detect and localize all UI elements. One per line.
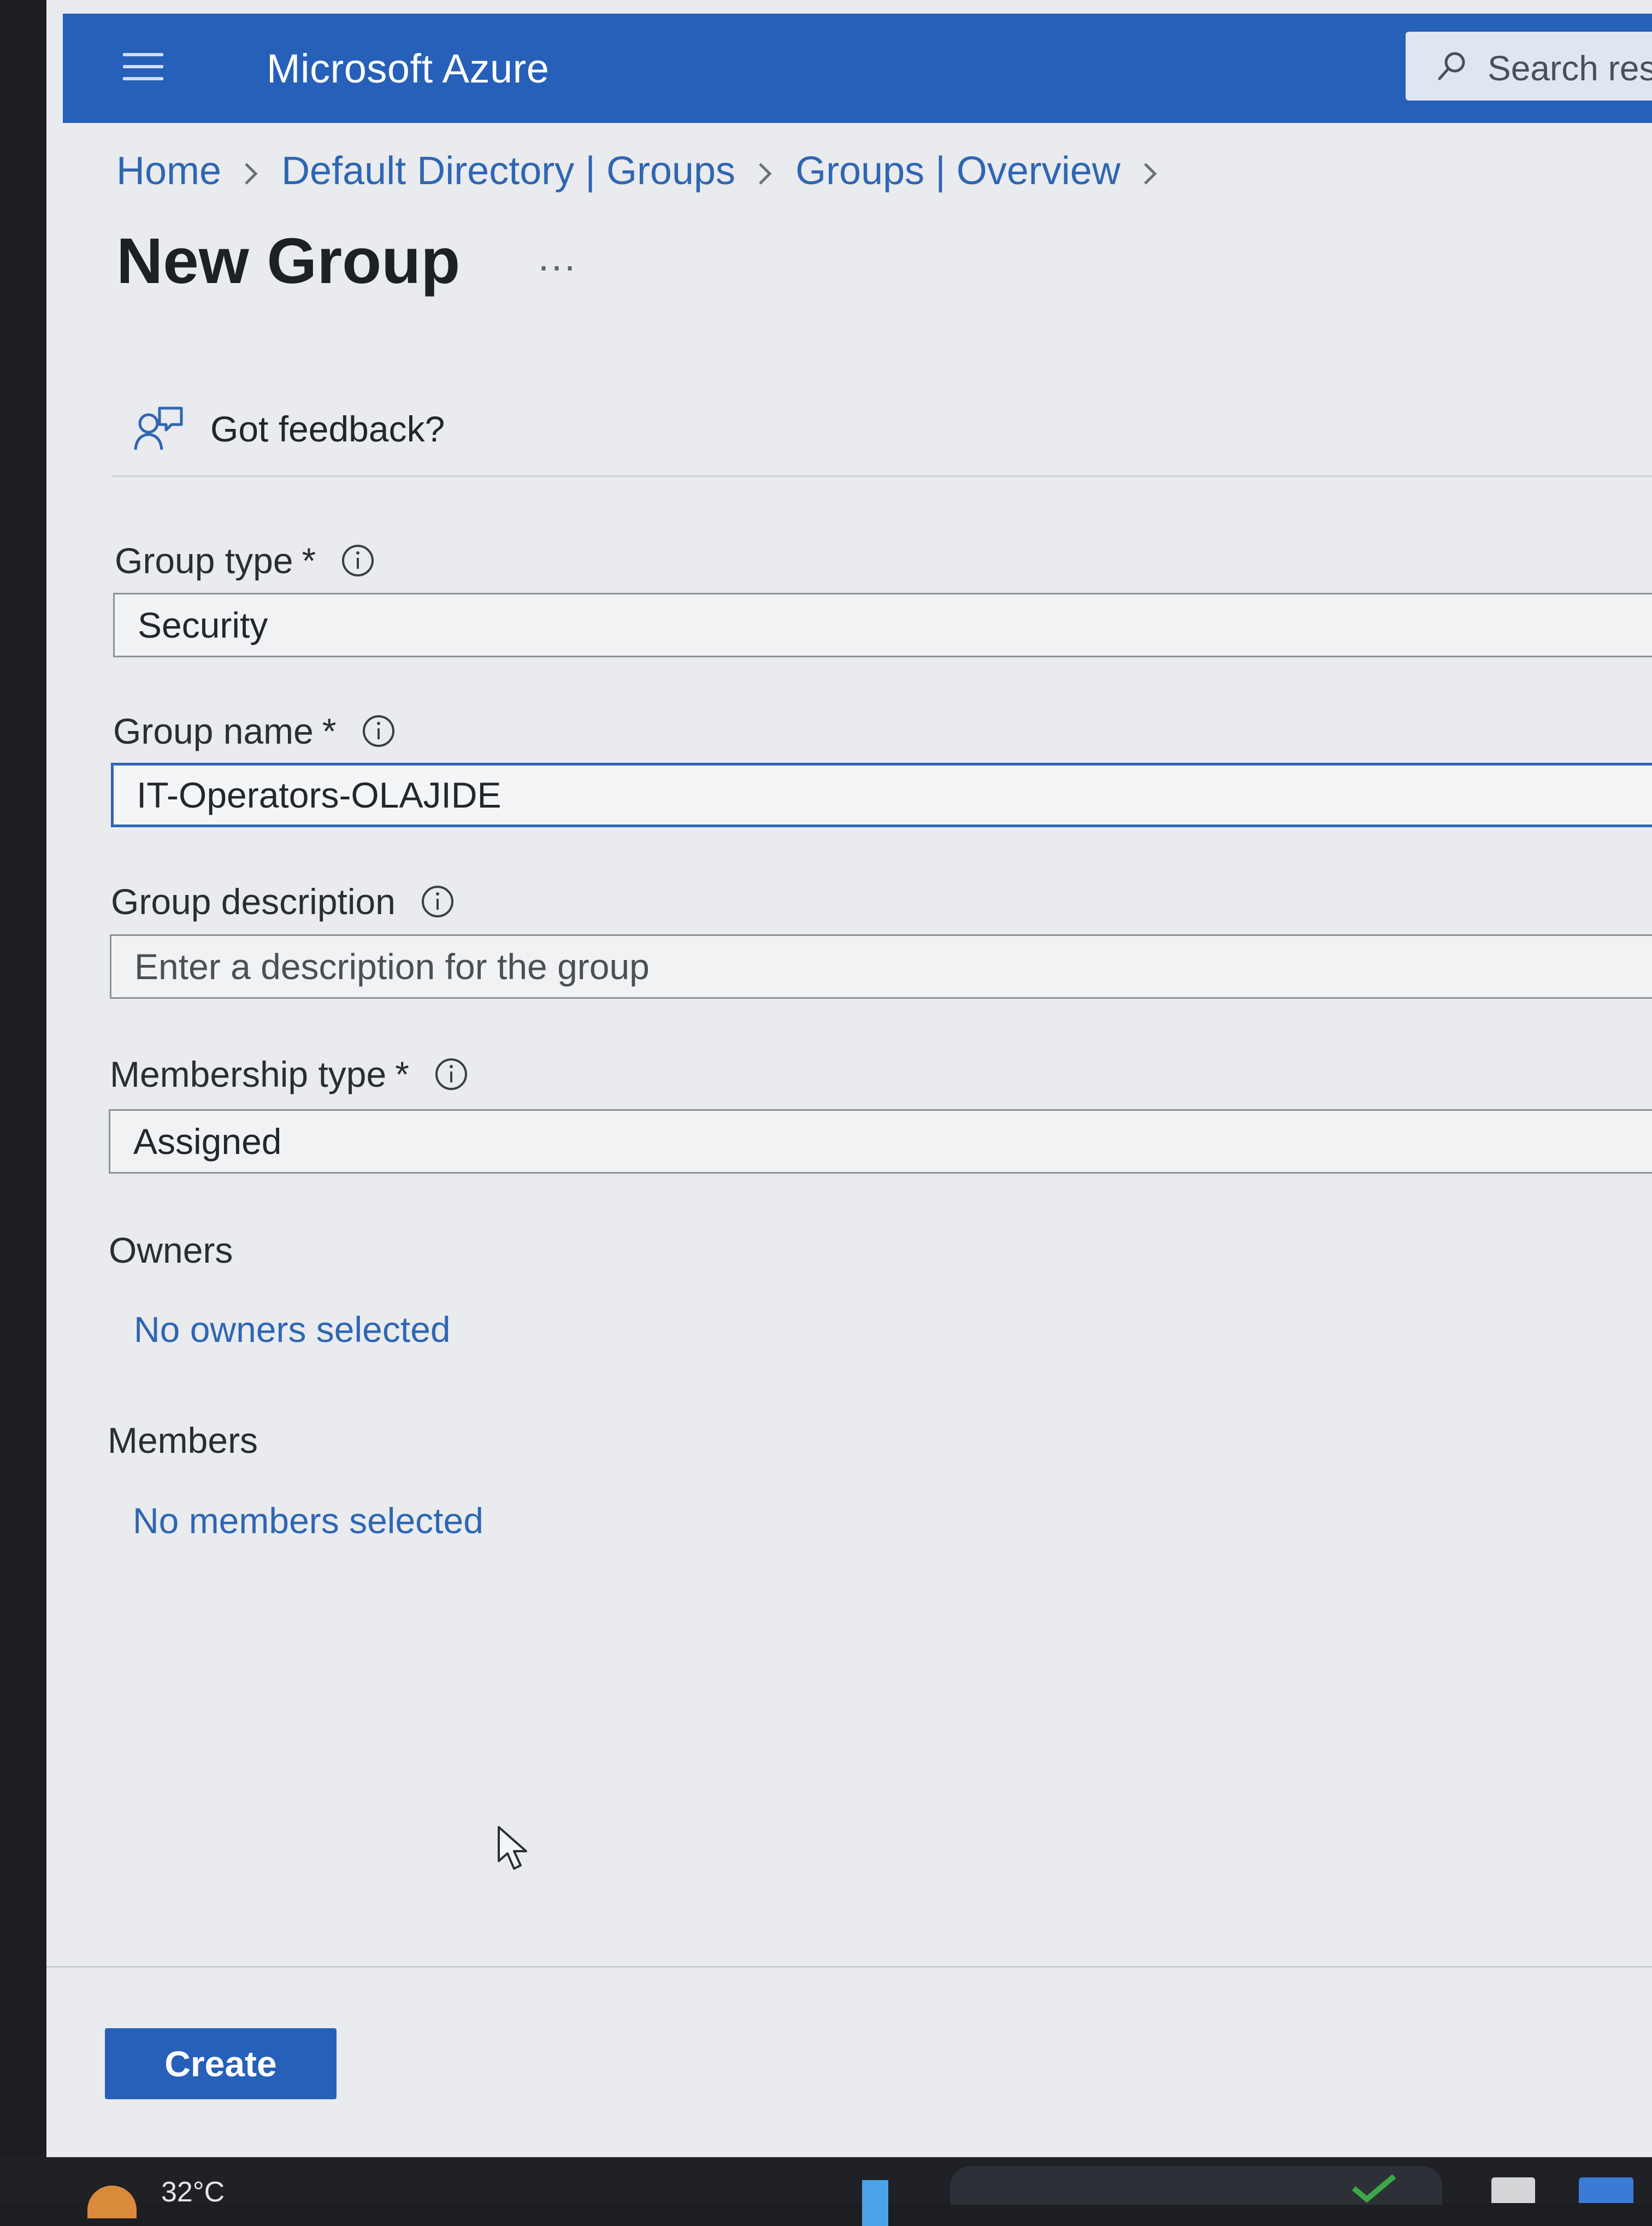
divider <box>112 475 1652 477</box>
membership-type-label-text: Membership type <box>110 1054 387 1094</box>
members-label: Members <box>108 1420 258 1461</box>
required-marker: * <box>395 1054 409 1094</box>
mouse-pointer-icon <box>498 1826 527 1870</box>
windows-start-icon[interactable] <box>862 2180 919 2226</box>
taskbar-app-check-icon[interactable] <box>1349 2172 1399 2203</box>
membership-type-value: Assigned <box>133 1121 282 1162</box>
feedback-label: Got feedback? <box>210 409 445 449</box>
group-type-dropdown[interactable]: Security <box>113 593 1652 657</box>
group-type-label-text: Group type <box>115 540 293 581</box>
breadcrumb-default-directory-groups[interactable]: Default Directory | Groups <box>281 149 735 193</box>
hamburger-menu-icon[interactable] <box>123 53 163 83</box>
membership-type-dropdown[interactable]: Assigned <box>109 1109 1652 1174</box>
search-placeholder: Search reso <box>1488 49 1652 88</box>
weather-temperature[interactable]: 32°C <box>161 2176 225 2209</box>
taskbar-app-icon[interactable] <box>1491 2177 1535 2203</box>
owners-label: Owners <box>109 1230 233 1270</box>
group-description-label-text: Group description <box>111 881 396 922</box>
search-icon <box>1438 52 1465 80</box>
portal-brand[interactable]: Microsoft Azure <box>267 45 549 92</box>
footer-divider <box>46 1966 1652 1968</box>
more-options-button[interactable]: ... <box>538 235 577 280</box>
group-type-value: Security <box>138 605 268 645</box>
chevron-right-icon <box>1120 149 1181 193</box>
group-name-label: Group name * <box>113 710 396 752</box>
chevron-right-icon <box>735 149 795 193</box>
global-search-input[interactable]: Search reso <box>1406 32 1652 101</box>
info-icon[interactable] <box>421 885 455 918</box>
group-description-input[interactable]: Enter a description for the group <box>110 934 1652 999</box>
breadcrumb-home[interactable]: Home <box>116 149 221 193</box>
info-icon[interactable] <box>341 544 375 578</box>
create-button[interactable]: Create <box>105 2028 337 2099</box>
group-name-label-text: Group name <box>113 711 314 751</box>
feedback-icon <box>134 407 183 450</box>
portal-window: Microsoft Azure Search reso Home Default… <box>46 0 1652 2157</box>
top-navigation-bar: Microsoft Azure Search reso <box>63 14 1652 123</box>
breadcrumb-groups-overview[interactable]: Groups | Overview <box>795 149 1120 193</box>
feedback-button[interactable]: Got feedback? <box>131 402 445 456</box>
taskbar-store-icon[interactable] <box>1579 2177 1633 2203</box>
info-icon[interactable] <box>434 1057 468 1091</box>
breadcrumb: Home Default Directory | Groups Groups |… <box>116 149 1181 193</box>
group-name-value: IT-Operators-OLAJIDE <box>137 775 502 815</box>
group-description-placeholder: Enter a description for the group <box>134 946 650 987</box>
no-owners-selected-link[interactable]: No owners selected <box>134 1309 451 1350</box>
membership-type-label: Membership type * <box>110 1053 468 1095</box>
group-description-label: Group description <box>111 881 455 922</box>
group-name-input[interactable]: IT-Operators-OLAJIDE <box>111 763 1652 827</box>
chevron-right-icon <box>221 149 281 193</box>
required-marker: * <box>302 540 316 581</box>
group-type-label: Group type * <box>115 540 375 581</box>
info-icon[interactable] <box>362 714 396 748</box>
required-marker: * <box>322 711 337 751</box>
page-title: New Group <box>116 225 461 297</box>
no-members-selected-link[interactable]: No members selected <box>133 1500 483 1541</box>
